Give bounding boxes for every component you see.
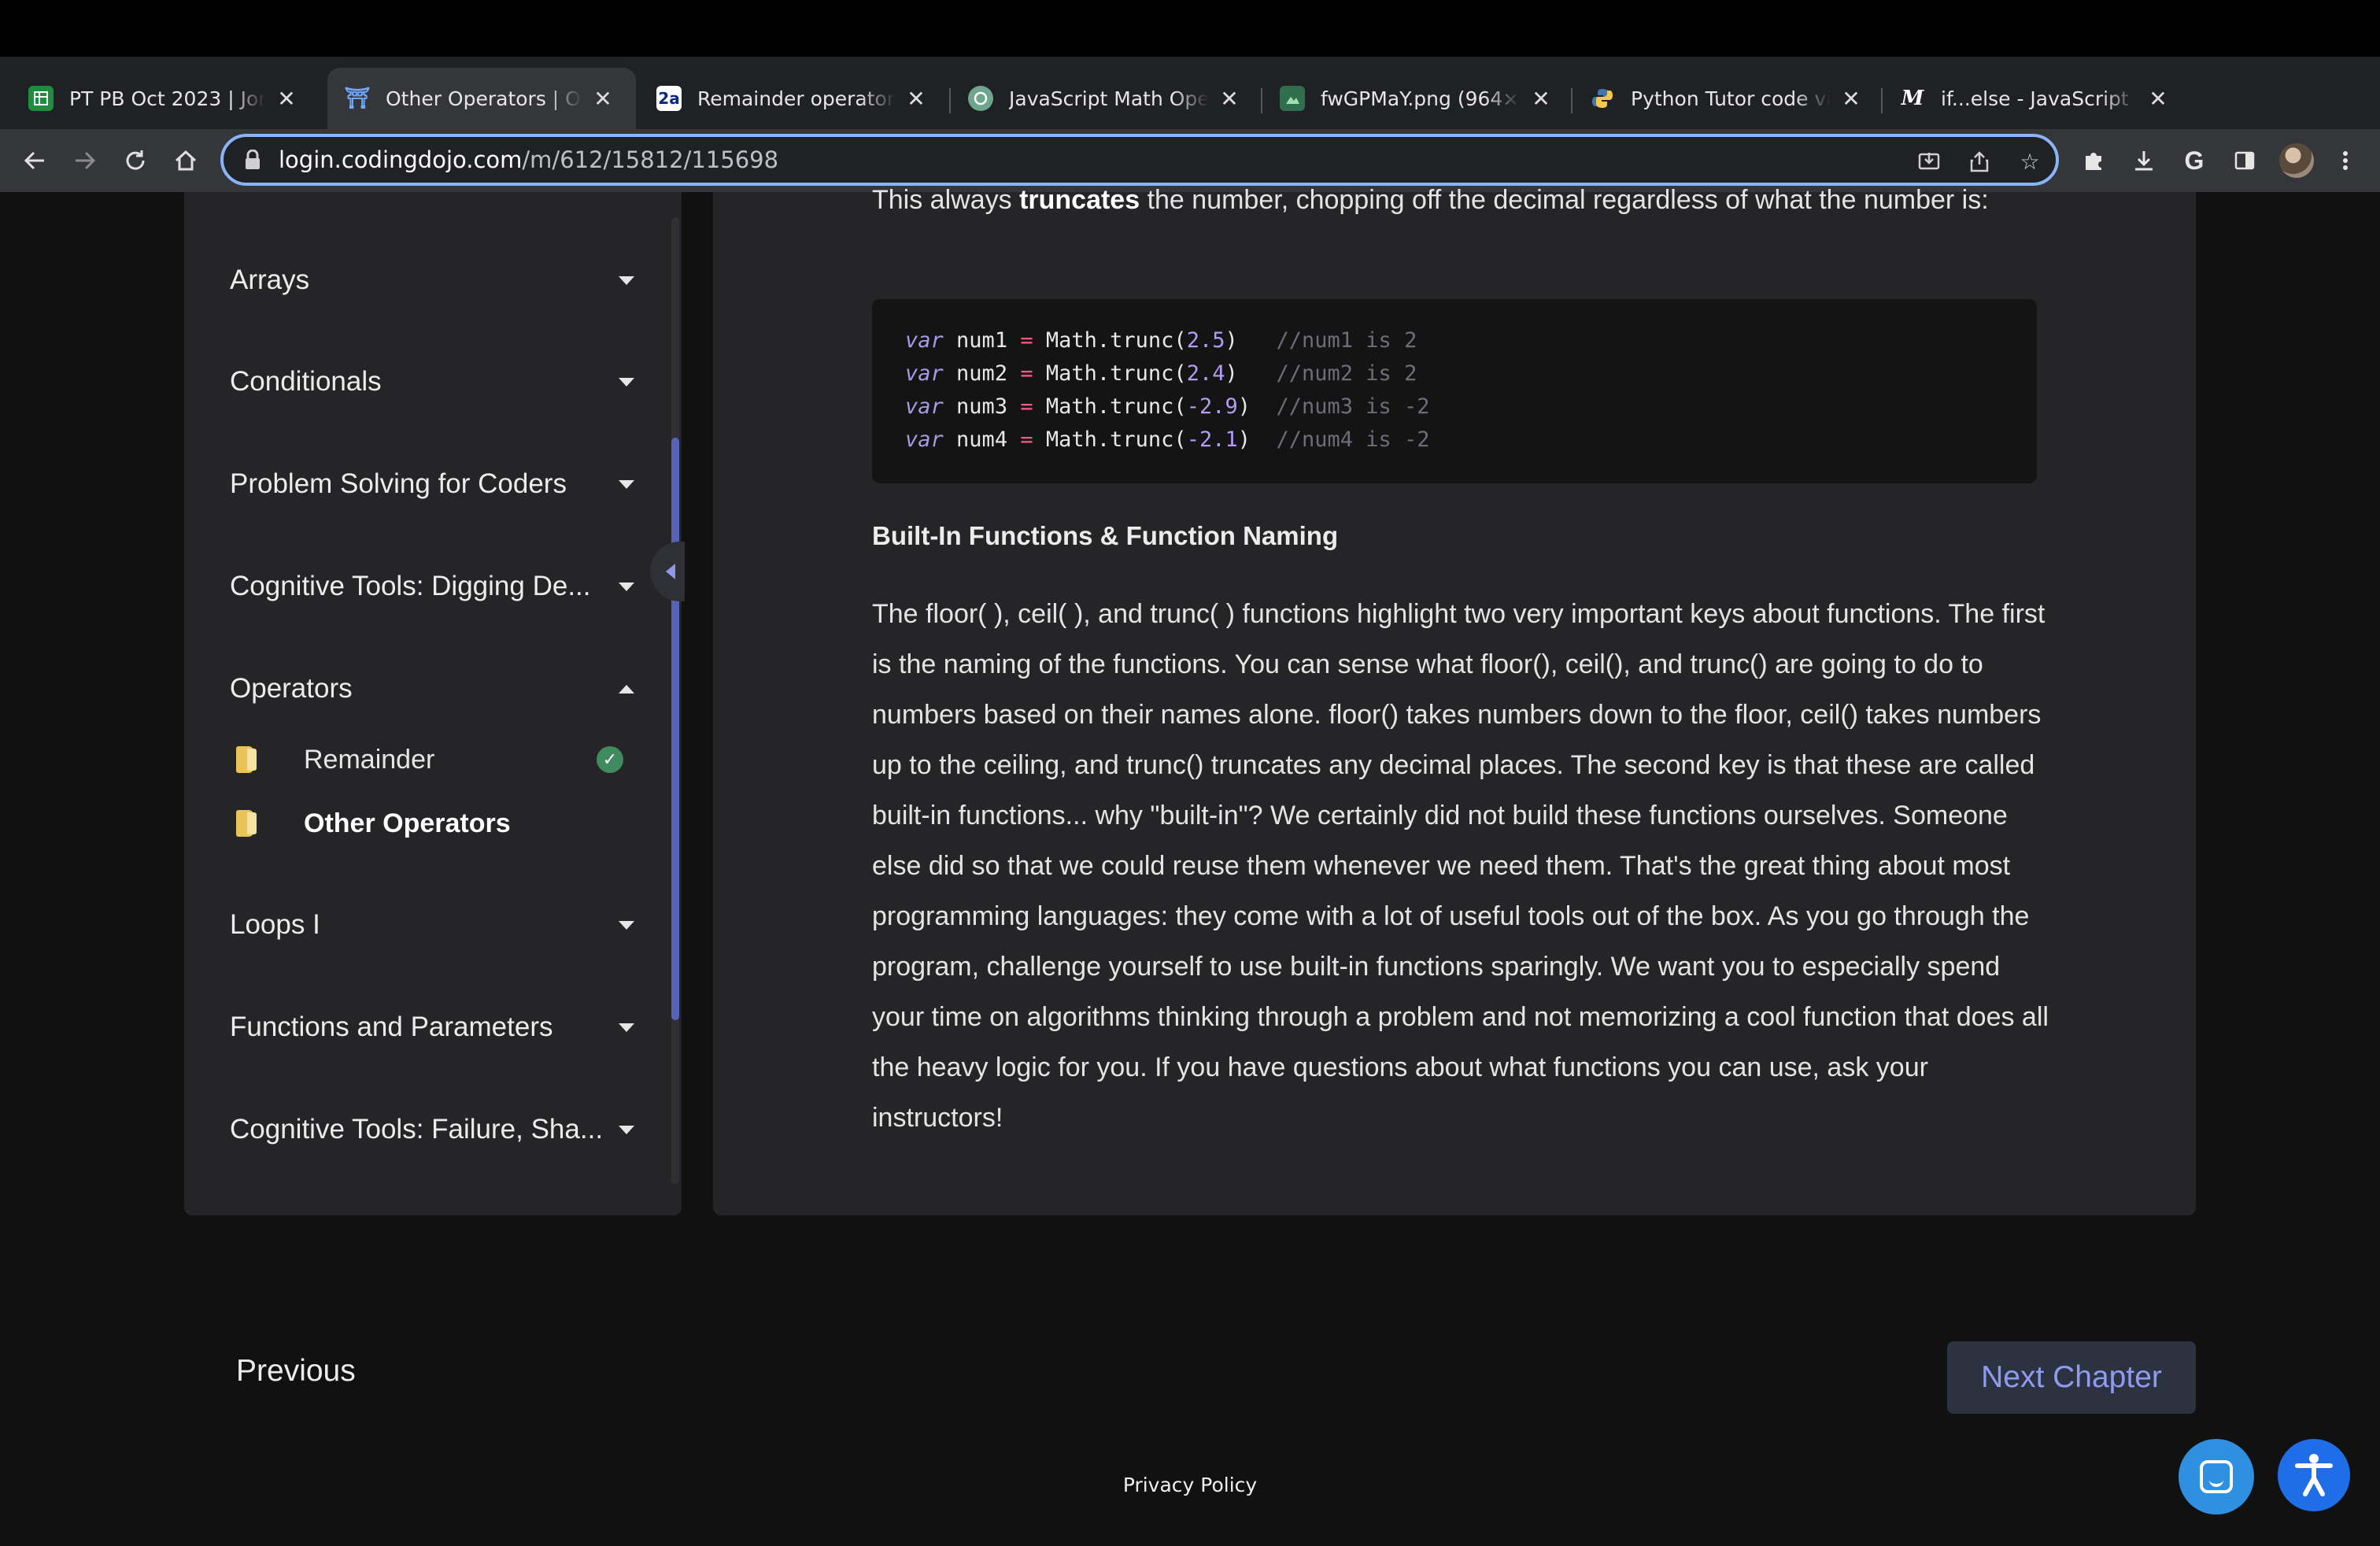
caret-down-icon xyxy=(619,276,634,285)
caret-down-icon xyxy=(619,1125,634,1134)
caret-down-icon xyxy=(619,377,634,386)
tab-title: Remainder operator vs xyxy=(697,87,896,110)
url-text: login.codingdojo.com/m/612/15812/115698 xyxy=(279,146,778,173)
chat-support-button[interactable] xyxy=(2179,1439,2254,1515)
previous-button[interactable]: Previous xyxy=(236,1354,356,1389)
tab-python-tutor[interactable]: Python Tutor code visualizer ✕ xyxy=(1572,68,1879,129)
code-line: var num3 = Math.trunc(-2.9) //num3 is -2 xyxy=(905,394,1430,419)
tab-js-math[interactable]: JavaScript Math Operators ✕ xyxy=(951,68,1258,129)
side-panel-icon[interactable] xyxy=(2229,145,2260,176)
caret-down-icon xyxy=(619,479,634,489)
close-icon[interactable]: ✕ xyxy=(1839,86,1864,112)
download-icon[interactable] xyxy=(2128,145,2160,176)
privacy-policy-link[interactable]: Privacy Policy xyxy=(0,1474,2380,1496)
body-paragraph: The floor( ), ceil( ), and trunc( ) func… xyxy=(872,599,2049,1133)
close-icon[interactable]: ✕ xyxy=(1528,86,1554,112)
tab-title: PT PB Oct 2023 | Jonathan xyxy=(69,87,266,110)
caret-down-icon xyxy=(619,1023,634,1032)
tab-remainder-operator[interactable]: 2a Remainder operator vs ✕ xyxy=(639,68,946,129)
sidebar-section-label: Cognitive Tools: Failure, Sha... xyxy=(230,1114,604,1145)
close-icon[interactable]: ✕ xyxy=(904,86,929,112)
accessibility-button[interactable] xyxy=(2278,1439,2350,1511)
sidebar-item-remainder[interactable]: Remainder xyxy=(236,738,630,782)
intro-text-start: This always xyxy=(872,185,1020,215)
system-menu-bar xyxy=(0,0,2380,57)
sidebar-section-loops[interactable]: Loops I xyxy=(230,901,639,949)
bookmark-star-icon[interactable]: ☆ xyxy=(2016,148,2043,175)
next-chapter-button[interactable]: Next Chapter xyxy=(1947,1341,2196,1414)
grammarly-g-icon[interactable]: G xyxy=(2179,145,2210,176)
sidebar-scrollbar-thumb[interactable] xyxy=(671,438,679,1020)
home-icon[interactable] xyxy=(170,145,201,176)
section-subheading: Built-In Functions & Function Naming xyxy=(872,521,1339,550)
forward-arrow-icon[interactable] xyxy=(69,145,101,176)
caret-up-icon xyxy=(619,684,634,693)
url-host: login.codingdojo.com xyxy=(279,146,523,173)
close-icon[interactable]: ✕ xyxy=(274,86,299,112)
book-icon xyxy=(236,746,258,773)
python-icon xyxy=(1590,86,1615,111)
sidebar-item-label: Other Operators xyxy=(304,808,511,838)
chat-bubble-icon xyxy=(2200,1460,2233,1493)
sidebar-section-operators[interactable]: Operators xyxy=(230,665,639,712)
tab-title: JavaScript Math Operators xyxy=(1009,87,1209,110)
intro-text-end: the number, chopping off the decimal reg… xyxy=(1140,185,1989,215)
install-app-icon[interactable] xyxy=(1916,148,1942,175)
tab-fwgpmay-image[interactable]: fwGPMaY.png (964×719) ✕ xyxy=(1262,68,1569,129)
sidebar-section-label: Functions and Parameters xyxy=(230,1012,553,1042)
sidebar-section-label: Cognitive Tools: Digging De... xyxy=(230,571,591,601)
sidebar-section-problem-solving[interactable]: Problem Solving for Coders xyxy=(230,460,639,508)
more-menu-icon[interactable] xyxy=(2330,145,2361,176)
image-icon xyxy=(1280,86,1305,111)
sidebar-section-label: Conditionals xyxy=(230,366,382,397)
caret-down-icon xyxy=(619,920,634,930)
code-line: var num1 = Math.trunc(2.5) //num1 is 2 xyxy=(905,328,1417,353)
close-icon[interactable]: ✕ xyxy=(2145,86,2171,112)
sidebar-item-label: Remainder xyxy=(304,744,435,775)
chatgpt-icon xyxy=(968,86,993,111)
extensions-puzzle-icon[interactable] xyxy=(2078,145,2109,176)
code-block: var num1 = Math.trunc(2.5) //num1 is 2 v… xyxy=(872,299,2037,483)
intro-bold-word: truncates xyxy=(1019,185,1140,215)
tab-other-operators[interactable]: ⛩ Other Operators | Operators ✕ xyxy=(327,68,636,129)
reload-icon[interactable] xyxy=(120,145,151,176)
sidebar-section-conditionals[interactable]: Conditionals xyxy=(230,358,639,405)
lock-icon[interactable] xyxy=(244,149,261,170)
tab-mdn-if-else[interactable]: M if...else - JavaScript | MDN ✕ xyxy=(1883,68,2186,129)
accessibility-person-icon xyxy=(2295,1454,2333,1496)
2a-icon: 2a xyxy=(656,86,682,111)
code-line: var num2 = Math.trunc(2.4) //num2 is 2 xyxy=(905,361,1417,386)
completed-check-icon: ✓ xyxy=(597,746,623,773)
sidebar-section-label: Arrays xyxy=(230,264,310,295)
book-icon xyxy=(236,810,258,837)
sidebar-section-label: Loops I xyxy=(230,909,320,940)
sidebar-section-functions[interactable]: Functions and Parameters xyxy=(230,1004,639,1051)
sheets-icon xyxy=(28,86,54,111)
codingdojo-icon: ⛩ xyxy=(344,87,371,110)
sidebar-section-arrays[interactable]: Arrays xyxy=(230,257,639,304)
url-path: /m/612/15812/115698 xyxy=(522,146,779,173)
tab-title: fwGPMaY.png (964×719) xyxy=(1321,87,1521,110)
sidebar-section-label: Operators xyxy=(230,673,353,704)
sidebar-item-other-operators[interactable]: Other Operators xyxy=(236,801,630,845)
mdn-icon: M xyxy=(1901,87,1924,110)
tab-strip: PT PB Oct 2023 | Jonathan ✕ ⛩ Other Oper… xyxy=(0,57,2380,168)
intro-paragraph: This always truncates the number, choppi… xyxy=(872,175,2053,225)
profile-avatar[interactable] xyxy=(2279,143,2314,178)
tab-title: Python Tutor code visualizer xyxy=(1631,87,1831,110)
close-icon[interactable]: ✕ xyxy=(1217,86,1242,112)
close-icon[interactable]: ✕ xyxy=(590,86,615,112)
sidebar-section-label: Problem Solving for Coders xyxy=(230,468,567,499)
code-line: var num4 = Math.trunc(-2.1) //num4 is -2 xyxy=(905,427,1430,452)
tab-pt-pb[interactable]: PT PB Oct 2023 | Jonathan ✕ xyxy=(11,68,323,129)
tab-title: Other Operators | Operators xyxy=(386,87,582,110)
sidebar-section-cognitive-tools-failure[interactable]: Cognitive Tools: Failure, Sha... xyxy=(230,1106,639,1153)
tab-title: if...else - JavaScript | MDN xyxy=(1941,87,2138,110)
sidebar-section-cognitive-tools-digging[interactable]: Cognitive Tools: Digging De... xyxy=(230,563,639,610)
back-arrow-icon[interactable] xyxy=(19,145,50,176)
share-icon[interactable] xyxy=(1966,148,1993,175)
caret-down-icon xyxy=(619,582,634,591)
